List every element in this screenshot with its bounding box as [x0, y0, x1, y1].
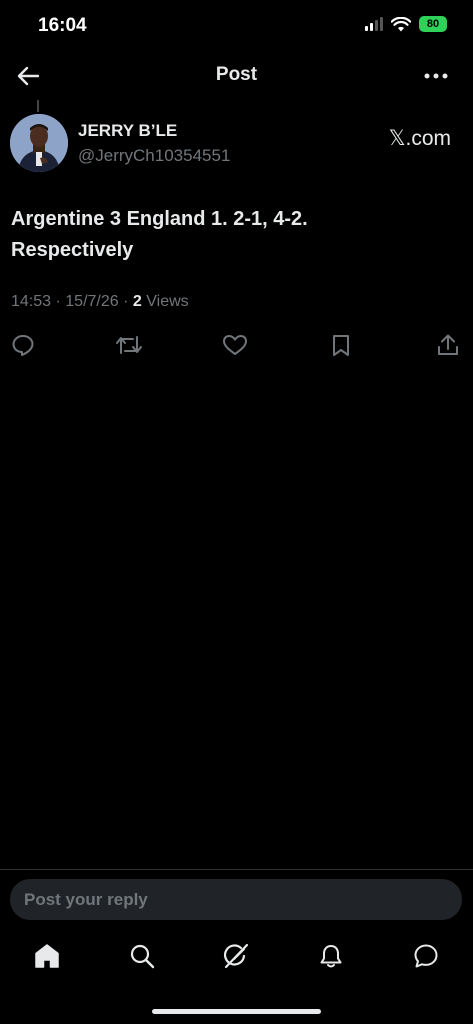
bookmark-icon [333, 335, 349, 356]
tab-search[interactable] [125, 938, 159, 974]
tab-bar [0, 938, 473, 978]
repost-icon [116, 336, 142, 354]
status-time: 16:04 [38, 15, 87, 36]
author-name[interactable]: JERRY B’LE [78, 121, 177, 141]
signal-icon [365, 17, 383, 31]
tab-home[interactable] [30, 938, 64, 974]
home-indicator[interactable] [152, 1009, 321, 1014]
status-bar: 16:04 80 [0, 0, 473, 50]
bookmark-button[interactable] [326, 330, 356, 360]
tab-grok[interactable] [219, 938, 253, 974]
source-link[interactable]: 𝕏.com [389, 126, 451, 151]
thread-line [37, 100, 39, 112]
reply-divider [0, 869, 473, 870]
post-actions [0, 330, 473, 362]
views-label[interactable]: Views [146, 293, 188, 310]
meta-separator: · [55, 293, 66, 310]
status-icons: 80 [365, 16, 447, 32]
tab-notifications[interactable] [314, 938, 348, 974]
avatar-image [10, 114, 68, 172]
tab-messages[interactable] [409, 938, 443, 974]
grok-icon [223, 943, 249, 969]
screen: 16:04 80 Post JERRY B’LE @JerryCh1035455… [0, 0, 473, 1024]
repost-button[interactable] [114, 330, 144, 360]
battery-icon: 80 [419, 16, 447, 32]
battery-level: 80 [426, 18, 440, 30]
avatar[interactable] [10, 114, 68, 172]
meta-separator: · [123, 293, 133, 310]
more-options-icon [424, 73, 448, 79]
post-date: 15/7/26 [65, 293, 119, 310]
reply-button[interactable] [8, 330, 38, 360]
share-button[interactable] [433, 330, 463, 360]
more-options-button[interactable] [419, 60, 453, 92]
post-time: 14:53 [11, 293, 52, 310]
author-handle[interactable]: @JerryCh10354551 [78, 146, 230, 166]
notifications-icon [320, 945, 342, 968]
reply-input[interactable]: Post your reply [10, 879, 462, 920]
post-meta: 14:53 · 15/7/26 · 2 Views [11, 293, 189, 311]
share-icon [438, 334, 458, 355]
wifi-icon [391, 16, 411, 31]
views-count[interactable]: 2 [133, 293, 142, 310]
post-text: Argentine 3 England 1. 2-1, 4-2. Respect… [11, 208, 308, 261]
reply-placeholder: Post your reply [24, 889, 148, 909]
like-icon [223, 335, 247, 355]
page-title: Post [215, 64, 258, 85]
reply-icon [12, 335, 34, 356]
search-icon [130, 944, 155, 969]
like-button[interactable] [220, 330, 250, 360]
messages-icon [414, 944, 438, 968]
home-icon [35, 944, 59, 968]
header: Post [0, 52, 473, 98]
